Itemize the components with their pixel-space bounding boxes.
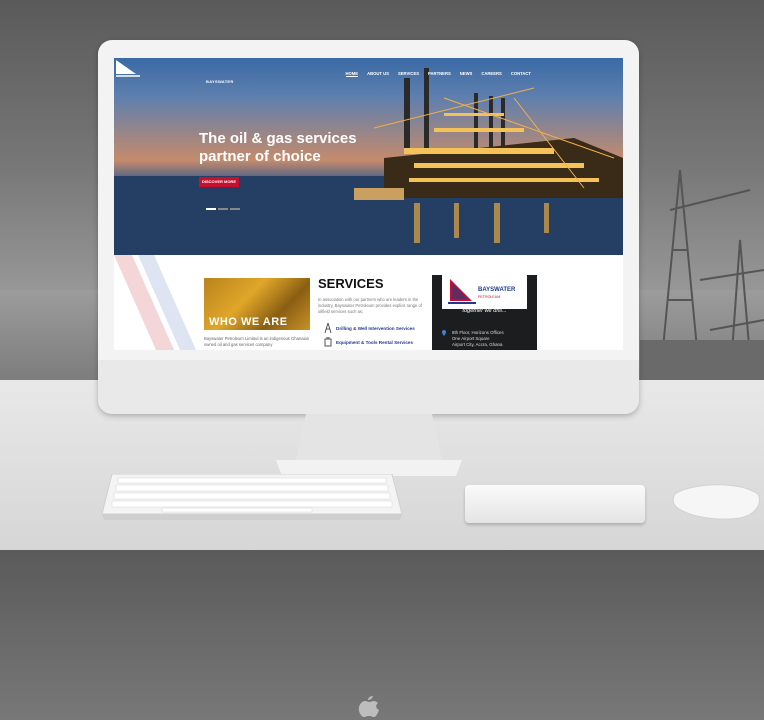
slider-dot-active[interactable] (206, 208, 216, 210)
monitor-stand (276, 414, 462, 476)
who-we-are-text: Bayswater Petroleum Limited is an indige… (204, 336, 310, 347)
address-line: Airport City, Accra, Ghana (452, 342, 503, 347)
nav-news[interactable]: NEWS (460, 71, 473, 77)
card-tagline: together we drill... (462, 308, 507, 314)
slider-dot[interactable] (218, 208, 228, 210)
mouse (672, 484, 760, 520)
location-pin-icon (442, 330, 446, 336)
trackpad (465, 485, 645, 523)
slider-dot[interactable] (230, 208, 240, 210)
who-we-are-title: WHO WE ARE (209, 316, 288, 328)
contact-card: BAYSWATER PETROLEUM together we drill...… (432, 275, 537, 350)
service-item-drilling[interactable]: Drilling & Well Intervention Services (324, 323, 415, 333)
equipment-icon (324, 337, 332, 347)
decorative-stripes (114, 255, 196, 350)
hero-banner: BAYSWATER HOME ABOUT US SERVICES PARTNER… (114, 58, 623, 255)
background-rig-illustration (640, 169, 764, 380)
nav-partners[interactable]: PARTNERS (428, 71, 451, 77)
nav-contact[interactable]: CONTACT (511, 71, 531, 77)
bayswater-logo-icon (116, 60, 140, 77)
website-screen: BAYSWATER HOME ABOUT US SERVICES PARTNER… (114, 58, 623, 350)
discover-more-button[interactable]: DISCOVER MORE (199, 177, 239, 187)
service-item-label: Drilling & Well Intervention Services (336, 325, 415, 331)
card-logo-panel: BAYSWATER PETROLEUM (442, 275, 527, 309)
nav-home[interactable]: HOME (345, 71, 359, 77)
card-address: 8th Floor, Horizons Offices One Airport … (452, 330, 504, 348)
services-description: In association with our partners who are… (318, 297, 422, 314)
service-item-equipment[interactable]: Equipment & Tools Rental Services (324, 337, 413, 347)
service-item-label: Equipment & Tools Rental Services (336, 339, 414, 345)
main-nav: HOME ABOUT US SERVICES PARTNERS NEWS CAR… (345, 71, 531, 77)
nav-services[interactable]: SERVICES (398, 71, 419, 77)
card-brand: BAYSWATER (478, 287, 516, 293)
monitor-chin (98, 360, 639, 717)
nav-careers[interactable]: CAREERS (481, 71, 501, 77)
hero-title: The oil & gas services partner of choice (199, 130, 357, 165)
nav-about[interactable]: ABOUT US (367, 71, 389, 77)
services-title: SERVICES (318, 276, 384, 291)
drilling-rig-icon (324, 323, 332, 333)
logo-text: BAYSWATER (206, 79, 234, 84)
slider-indicator[interactable] (206, 208, 240, 210)
apple-logo-icon (358, 696, 379, 717)
keyboard (102, 474, 402, 520)
card-brand-sub: PETROLEUM (478, 295, 501, 299)
